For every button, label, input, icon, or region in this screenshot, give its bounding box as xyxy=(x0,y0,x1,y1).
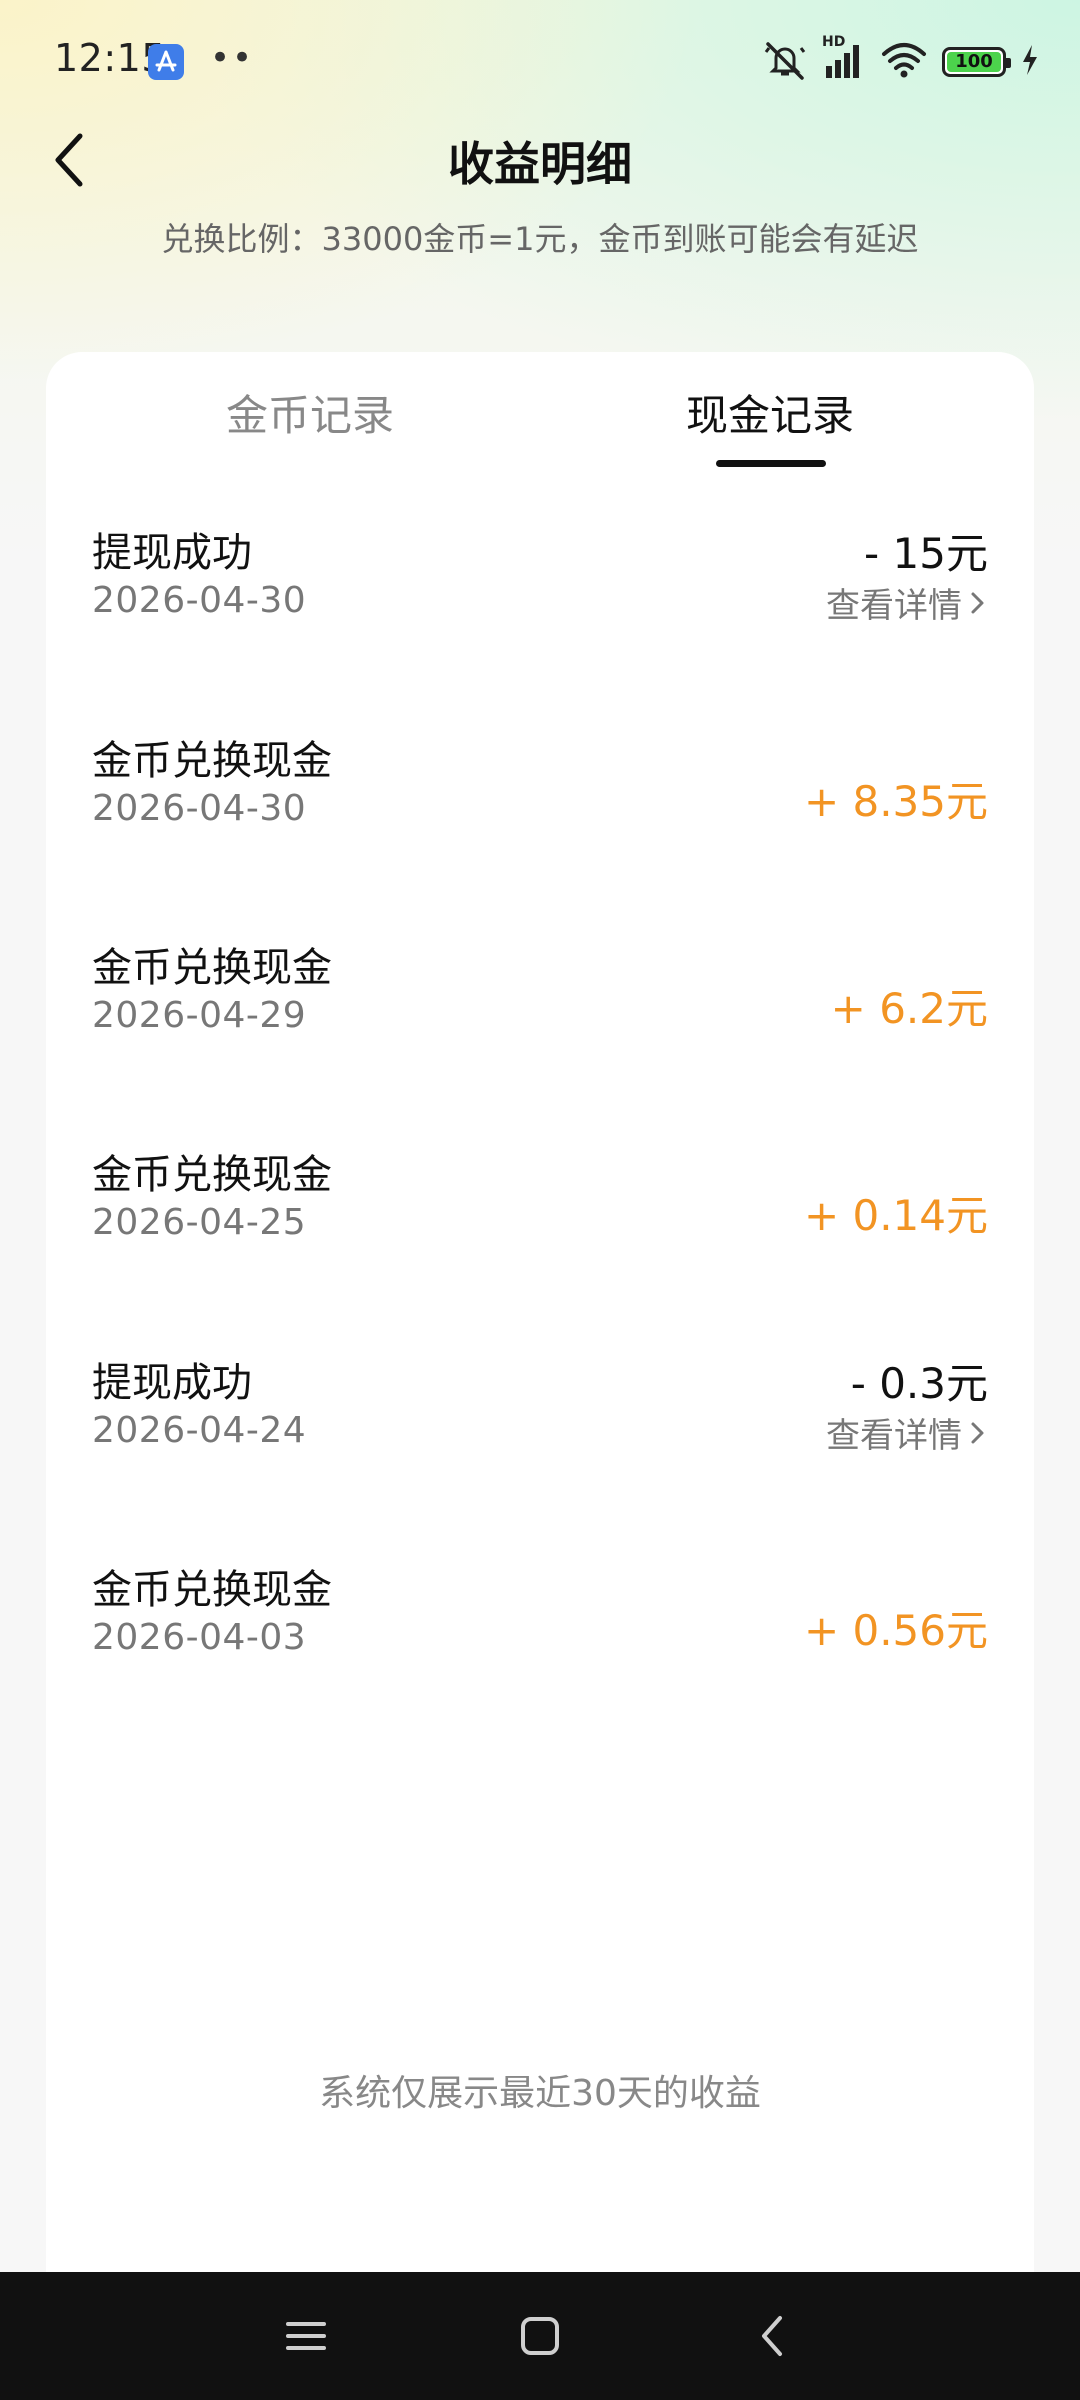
list-item: 金币兑换现金 2026-04-03 + 0.56元 xyxy=(92,1557,988,1707)
signal-icon: HD xyxy=(822,34,866,84)
view-details-link[interactable]: 查看详情 xyxy=(826,578,988,627)
app-store-icon xyxy=(148,44,184,80)
record-date: 2026-04-29 xyxy=(92,995,307,1036)
chevron-right-icon xyxy=(971,1422,984,1443)
tab-cash-records[interactable]: 现金记录 xyxy=(620,382,920,443)
record-title: 金币兑换现金 xyxy=(92,738,332,784)
record-title: 提现成功 xyxy=(92,1360,252,1406)
view-details-link[interactable]: 查看详情 xyxy=(826,1408,988,1457)
record-title: 提现成功 xyxy=(92,530,252,576)
list-item: 金币兑换现金 2026-04-30 + 8.35元 xyxy=(92,728,988,878)
record-amount: + 0.14元 xyxy=(803,1191,988,1240)
record-title: 金币兑换现金 xyxy=(92,945,332,991)
list-item[interactable]: 提现成功 2026-04-24 - 0.3元 查看详情 xyxy=(92,1350,988,1500)
view-details-label: 查看详情 xyxy=(826,586,962,626)
status-bar: 12:15 •• HD 100 xyxy=(0,0,1080,126)
record-amount: - 15元 xyxy=(864,529,988,578)
list-item: 金币兑换现金 2026-04-29 + 6.2元 xyxy=(92,935,988,1085)
menu-button[interactable] xyxy=(276,2306,336,2366)
record-amount: + 8.35元 xyxy=(803,777,988,826)
view-details-label: 查看详情 xyxy=(826,1416,962,1456)
record-date: 2026-04-24 xyxy=(92,1410,307,1451)
records-card: 金币记录 现金记录 提现成功 2026-04-30 - 15元 查看详情 金币兑… xyxy=(46,352,1034,2272)
battery-icon: 100 xyxy=(942,47,1011,77)
record-amount: + 6.2元 xyxy=(830,984,988,1033)
record-date: 2026-04-30 xyxy=(92,788,307,829)
back-icon xyxy=(762,2316,782,2356)
record-amount: - 0.3元 xyxy=(850,1359,988,1408)
battery-tip xyxy=(1006,58,1011,68)
active-tab-indicator xyxy=(716,460,826,467)
record-amount: + 0.56元 xyxy=(803,1606,988,1655)
wifi-icon xyxy=(880,40,928,84)
notification-dots: •• xyxy=(210,38,255,78)
exchange-rate-note: 兑换比例：33000金币=1元，金币到账可能会有延迟 xyxy=(161,220,919,258)
tab-gold-records[interactable]: 金币记录 xyxy=(160,382,460,443)
status-icons: HD 100 xyxy=(762,34,1040,86)
nav-back-button[interactable] xyxy=(744,2306,804,2366)
page-title: 收益明细 xyxy=(448,137,632,191)
system-nav-bar xyxy=(0,2272,1080,2400)
record-title: 金币兑换现金 xyxy=(92,1152,332,1198)
home-button[interactable] xyxy=(510,2306,570,2366)
record-date: 2026-04-03 xyxy=(92,1617,307,1658)
chevron-right-icon xyxy=(971,592,984,613)
charging-icon xyxy=(1020,43,1040,81)
mute-icon xyxy=(762,38,808,86)
network-type: HD xyxy=(822,34,846,50)
menu-icon xyxy=(286,2322,326,2350)
home-icon xyxy=(521,2317,559,2355)
list-item: 金币兑换现金 2026-04-25 + 0.14元 xyxy=(92,1142,988,1292)
record-date: 2026-04-25 xyxy=(92,1202,307,1243)
footer-note: 系统仅展示最近30天的收益 xyxy=(319,2073,761,2114)
list-item[interactable]: 提现成功 2026-04-30 - 15元 查看详情 xyxy=(92,520,988,670)
record-title: 金币兑换现金 xyxy=(92,1567,332,1613)
battery-level: 100 xyxy=(955,51,993,72)
record-date: 2026-04-30 xyxy=(92,580,307,621)
